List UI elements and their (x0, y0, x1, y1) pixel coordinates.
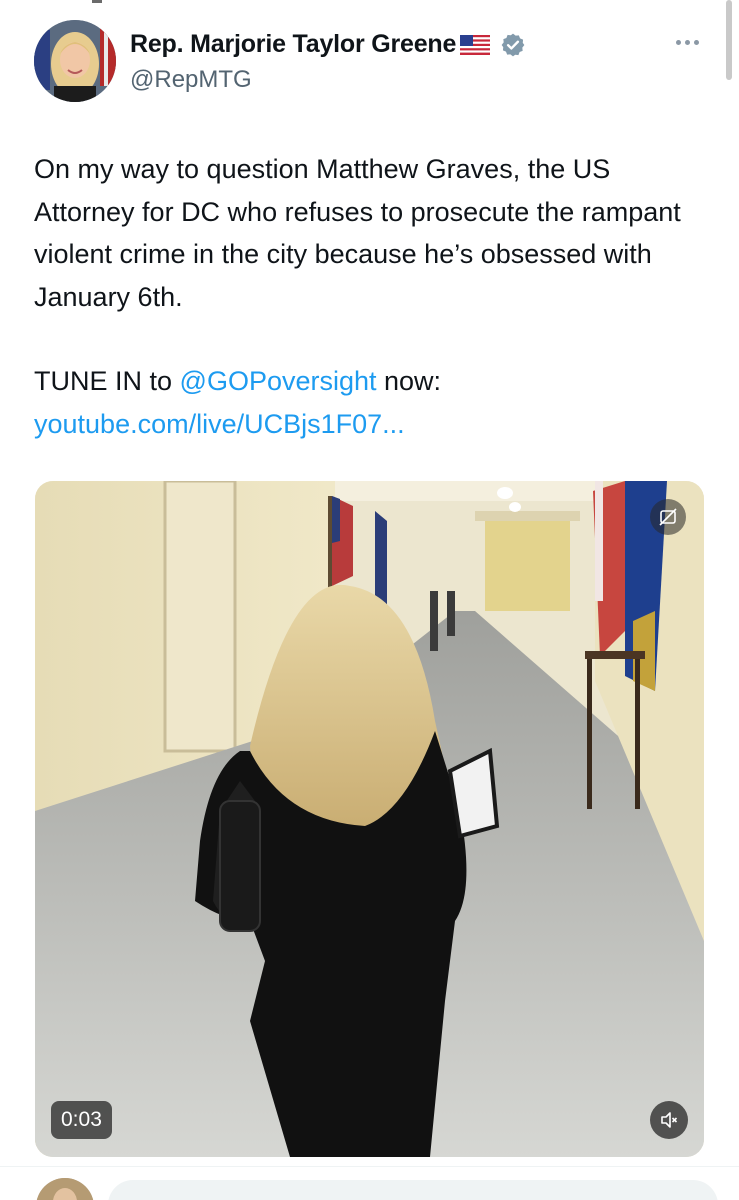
author-display-name[interactable]: Rep. Marjorie Taylor Greene (130, 30, 456, 59)
verified-badge-icon[interactable] (500, 32, 526, 58)
speaker-muted-icon[interactable] (650, 1101, 688, 1139)
tweet-paragraph: On my way to question Matthew Graves, th… (34, 154, 689, 312)
tweet-header: Rep. Marjorie Taylor Greene @RepMTG (34, 20, 714, 104)
author-avatar[interactable] (34, 20, 116, 102)
author-name-row[interactable]: Rep. Marjorie Taylor Greene (130, 30, 526, 59)
now-text: now: (376, 366, 449, 396)
reply-input[interactable] (108, 1180, 718, 1200)
more-horizontal-icon[interactable] (676, 32, 706, 52)
author-handle[interactable]: @RepMTG (130, 66, 252, 94)
us-flag-icon (460, 34, 491, 55)
top-edge-marker (92, 0, 102, 3)
tune-in-text: TUNE IN to (34, 366, 180, 396)
video-timestamp: 0:03 (51, 1101, 112, 1139)
tweet-tune-in-line: TUNE IN to @GOPoversight now: youtube.co… (34, 360, 714, 445)
video-frame (35, 481, 704, 1157)
captions-off-icon[interactable] (650, 499, 686, 535)
video-player[interactable]: 0:03 (35, 481, 704, 1157)
reply-divider (0, 1166, 739, 1167)
mention-link[interactable]: @GOPoversight (180, 366, 377, 396)
current-user-avatar[interactable] (36, 1178, 94, 1200)
scrollbar[interactable] (726, 0, 732, 80)
youtube-link[interactable]: youtube.com/live/UCBjs1F07... (34, 409, 405, 439)
tweet-body: On my way to question Matthew Graves, th… (34, 148, 714, 445)
